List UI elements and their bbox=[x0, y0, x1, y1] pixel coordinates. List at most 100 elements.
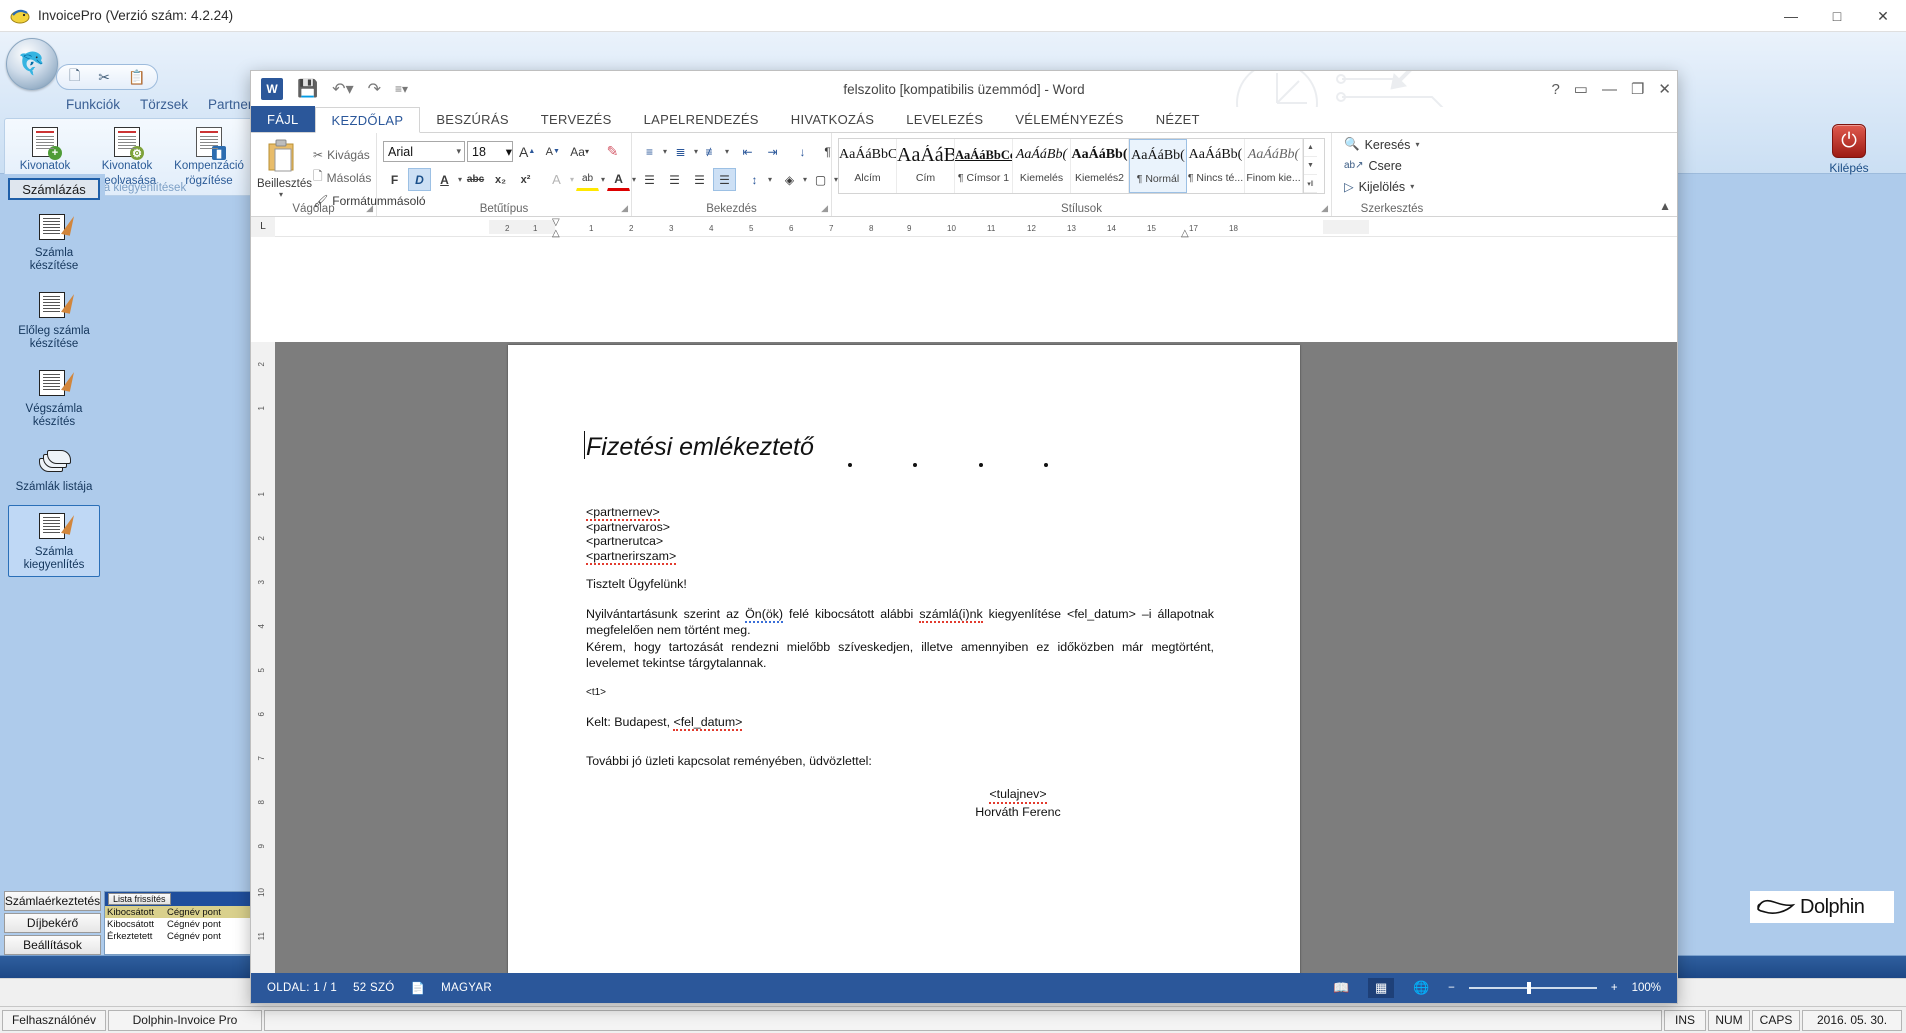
word-minimize-button[interactable]: — bbox=[1602, 81, 1617, 98]
copy-icon[interactable]: 🗋 bbox=[69, 65, 80, 89]
tab-levelezes[interactable]: LEVELEZÉS bbox=[890, 106, 999, 132]
invoicepro-app-menu-button[interactable]: 🐬 bbox=[6, 38, 58, 90]
status-page[interactable]: OLDAL: 1 / 1 bbox=[267, 982, 337, 994]
tab-hivatkozas[interactable]: HIVATKOZÁS bbox=[775, 106, 890, 132]
style-normal[interactable]: AaÁáBb( ¶ Normál bbox=[1129, 139, 1187, 193]
zoom-slider[interactable] bbox=[1468, 982, 1597, 994]
tab-stop-selector[interactable]: L bbox=[251, 216, 275, 237]
invoicepro-minimize-button[interactable]: — bbox=[1768, 0, 1814, 32]
chevron-down-icon[interactable]: ▾ bbox=[257, 190, 305, 199]
menu-item-torzsek[interactable]: Törzsek bbox=[130, 94, 198, 117]
paste-button[interactable]: Beillesztés ▾ bbox=[257, 139, 312, 212]
zoom-level[interactable]: 100% bbox=[1632, 982, 1661, 994]
read-mode-button[interactable]: 📖 bbox=[1328, 978, 1354, 998]
justify-button[interactable]: ☰ bbox=[713, 168, 736, 191]
sidebar-item-szamlak-listaja[interactable]: Számlák listája bbox=[8, 440, 100, 499]
chevron-down-icon[interactable]: ▾ bbox=[663, 147, 667, 156]
align-center-button[interactable]: ☰ bbox=[663, 168, 686, 191]
font-size-input[interactable]: 18 ▾ bbox=[467, 141, 513, 162]
decrease-indent-button[interactable]: ⇤ bbox=[736, 140, 759, 163]
sidebar-item-vegszamla-keszites[interactable]: Végszámla készítés bbox=[8, 362, 100, 434]
styles-dialog-launcher[interactable]: ◢ bbox=[1321, 203, 1328, 214]
chevron-down-icon[interactable]: ▾ bbox=[456, 146, 464, 157]
clipboard-dialog-launcher[interactable]: ◢ bbox=[366, 203, 373, 214]
select-button[interactable]: ▷ Kijelölés ▾ bbox=[1344, 177, 1446, 196]
bullets-button[interactable]: ≡ bbox=[638, 140, 661, 163]
align-left-button[interactable]: ☰ bbox=[638, 168, 661, 191]
tab-nezet[interactable]: NÉZET bbox=[1140, 106, 1216, 132]
tab-fajl[interactable]: FÁJL bbox=[251, 106, 315, 132]
table-row[interactable]: Kibocsátott Cégnév pont bbox=[105, 906, 255, 918]
sidebar-item-szamla-kiegyenlites[interactable]: Számla kiegyenlítés bbox=[8, 505, 100, 577]
right-indent-marker[interactable]: △ bbox=[1181, 228, 1189, 239]
sidebar-item-szamla-keszitese[interactable]: Számla készítése bbox=[8, 206, 100, 278]
dijbekero-button[interactable]: Díjbekérő bbox=[4, 913, 101, 933]
style-kiemeles2[interactable]: AaÁáBb( Kiemelés2 bbox=[1071, 139, 1129, 193]
bold-button[interactable]: F bbox=[383, 168, 406, 191]
borders-button[interactable]: ▢ bbox=[809, 168, 832, 191]
chevron-down-icon[interactable]: ▾ bbox=[1415, 140, 1419, 149]
hanging-indent-marker[interactable]: △ bbox=[552, 228, 560, 239]
style-finom-kiemeles[interactable]: AaÁáBb( Finom kie... bbox=[1245, 139, 1303, 193]
text-effects-button[interactable]: A bbox=[545, 168, 568, 191]
chevron-down-icon[interactable]: ▾ bbox=[458, 175, 462, 184]
style-kiemeles[interactable]: AaÁáBb( Kiemelés bbox=[1013, 139, 1071, 193]
superscript-button[interactable]: x² bbox=[514, 168, 537, 191]
paragraph-dialog-launcher[interactable]: ◢ bbox=[821, 203, 828, 214]
table-row[interactable]: Kibocsátott Cégnév pont bbox=[105, 918, 255, 930]
invoice-list-panel[interactable]: Lista frissítés Kibocsátott Cégnév pont … bbox=[104, 891, 256, 955]
align-right-button[interactable]: ☰ bbox=[688, 168, 711, 191]
highlight-button[interactable]: ab bbox=[576, 168, 600, 191]
increase-indent-button[interactable]: ⇥ bbox=[761, 140, 784, 163]
clear-formatting-button[interactable]: ✎ bbox=[601, 140, 624, 163]
font-color-button[interactable]: A bbox=[607, 168, 631, 191]
chevron-down-icon[interactable]: ▾ bbox=[803, 175, 807, 184]
chevron-down-icon[interactable]: ▾ bbox=[601, 175, 605, 184]
exit-button[interactable]: ⏻ Kilépés bbox=[1816, 124, 1882, 175]
invoicepro-close-button[interactable]: ✕ bbox=[1860, 0, 1906, 32]
zoom-in-button[interactable]: + bbox=[1611, 982, 1618, 994]
multilevel-list-button[interactable]: ≢ bbox=[700, 140, 723, 163]
grow-font-button[interactable]: A ▲ bbox=[515, 140, 539, 163]
szamlaerkeztetes-button[interactable]: Számlaérkeztetés bbox=[4, 891, 101, 911]
chevron-down-icon[interactable]: ▾ bbox=[768, 175, 772, 184]
zoom-out-button[interactable]: − bbox=[1448, 982, 1455, 994]
beallitasok-button[interactable]: Beállítások bbox=[4, 935, 101, 955]
proofing-icon[interactable]: 📄 bbox=[411, 981, 426, 995]
ribbon-display-options-button[interactable]: ▭ bbox=[1574, 80, 1588, 98]
ribbon-button-kompenzacio-rogzitese[interactable]: ▮ Kompenzáció rögzítése bbox=[171, 123, 247, 187]
style-alcim[interactable]: AaÁáBbC Alcím bbox=[839, 139, 897, 193]
numbering-button[interactable]: ≣ bbox=[669, 140, 692, 163]
italic-button[interactable]: D bbox=[408, 168, 431, 191]
font-dialog-launcher[interactable]: ◢ bbox=[621, 203, 628, 214]
status-language[interactable]: MAGYAR bbox=[441, 982, 492, 994]
style-cim[interactable]: AaÁáB Cím bbox=[897, 139, 955, 193]
first-line-indent-marker[interactable]: ▽ bbox=[552, 217, 560, 228]
word-close-button[interactable]: ✕ bbox=[1658, 80, 1671, 98]
sidebar-header-szamlazas[interactable]: Számlázás bbox=[8, 178, 100, 200]
tab-lapelrendezes[interactable]: LAPELRENDEZÉS bbox=[628, 106, 775, 132]
style-cimsor-1[interactable]: AaÁáBbCc ¶ Címsor 1 bbox=[955, 139, 1013, 193]
print-layout-button[interactable]: ▦ bbox=[1368, 978, 1395, 998]
help-button[interactable]: ? bbox=[1551, 81, 1559, 98]
shrink-font-button[interactable]: A ▼ bbox=[541, 140, 564, 163]
document-page[interactable]: Fizetési emlékeztető <partnernev> <partn… bbox=[508, 345, 1300, 1003]
menu-item-funkciok[interactable]: Funkciók bbox=[56, 94, 130, 117]
word-restore-button[interactable]: ❐ bbox=[1631, 80, 1644, 98]
chevron-down-icon[interactable]: ▾ bbox=[570, 175, 574, 184]
scroll-up-icon[interactable]: ▲ bbox=[1304, 139, 1317, 157]
change-case-button[interactable]: Aa ▾ bbox=[566, 140, 593, 163]
customize-qat-icon[interactable]: ≡▾ bbox=[395, 82, 408, 96]
shading-button[interactable]: ◈ bbox=[778, 168, 801, 191]
horizontal-ruler[interactable]: 2 1 1 2 3 4 5 6 7 8 9 10 11 12 13 14 15 … bbox=[489, 217, 1369, 239]
collapse-ribbon-button[interactable]: ▲ bbox=[1659, 199, 1671, 213]
scroll-down-icon[interactable]: ▼ bbox=[1304, 157, 1317, 175]
lista-frissites-button[interactable]: Lista frissítés bbox=[108, 893, 171, 905]
paste-icon[interactable]: 📋 bbox=[128, 69, 145, 86]
table-row[interactable]: Érkeztetett Cégnév pont bbox=[105, 930, 255, 942]
more-styles-icon[interactable]: ▾‖ bbox=[1304, 175, 1317, 193]
styles-gallery-scroll[interactable]: ▲ ▼ ▾‖ bbox=[1303, 139, 1317, 193]
underline-button[interactable]: A bbox=[433, 168, 456, 191]
find-button[interactable]: 🔍 Keresés ▾ bbox=[1344, 135, 1446, 154]
redo-icon[interactable]: ↷ bbox=[368, 79, 381, 99]
